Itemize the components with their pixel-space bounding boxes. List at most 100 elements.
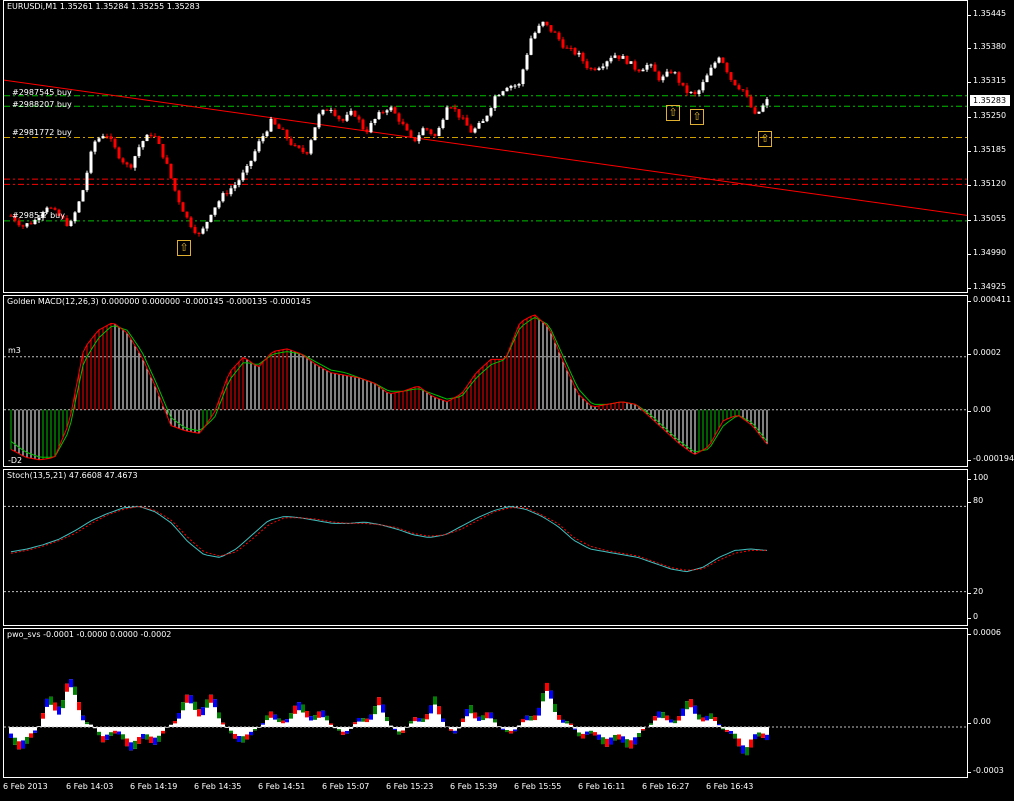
- pwo-pane[interactable]: pwo_svs -0.0001 -0.0000 0.0000 -0.0002: [3, 628, 968, 778]
- pwo-bar-cap: [753, 734, 757, 740]
- pwo-bar-cap: [477, 716, 481, 721]
- candle-body: [117, 147, 121, 159]
- macd-level-m3: m3: [8, 346, 21, 355]
- pwo-bar-cap: [761, 733, 765, 738]
- x-tick-label: 6 Feb 15:07: [322, 782, 370, 791]
- candle-body: [289, 138, 293, 145]
- pwo-bar-cap: [525, 715, 529, 721]
- pwo-bar-cap: [697, 714, 701, 720]
- candle-body: [457, 109, 461, 118]
- y-tick-label: -0.0003: [968, 766, 1004, 775]
- pwo-bar-cap: [441, 718, 445, 722]
- pwo-bar-cap: [205, 699, 209, 708]
- pwo-bar-cap: [173, 721, 177, 724]
- candle-body: [425, 128, 429, 130]
- pwo-bar-cap: [573, 728, 577, 730]
- candle-body: [145, 134, 149, 142]
- pwo-canvas: [4, 679, 967, 756]
- candle-body: [521, 69, 525, 85]
- candle-body: [589, 68, 593, 70]
- x-tick-label: 6 Feb 16:43: [706, 782, 754, 791]
- candle-body: [369, 122, 373, 133]
- candle-body: [221, 193, 225, 202]
- candle-body: [641, 69, 645, 72]
- pwo-bar-cap: [669, 719, 673, 723]
- pwo-bar-cap: [273, 714, 277, 720]
- candle-body: [749, 96, 753, 108]
- current-price-marker: 1.35283: [970, 95, 1010, 106]
- price-pane-title: EURUSDi,M1 1.35261 1.35284 1.35255 1.352…: [7, 2, 200, 11]
- candle-body: [513, 85, 517, 87]
- buy-arrow-icon[interactable]: ⇧: [666, 105, 680, 121]
- pwo-bar-cap: [45, 698, 49, 707]
- buy-arrow-icon[interactable]: ⇧: [177, 240, 191, 256]
- candle-body: [605, 61, 609, 67]
- price-chart-canvas: [4, 21, 967, 237]
- pwo-bar-cap: [105, 734, 109, 740]
- x-tick-label: 6 Feb 15:55: [514, 782, 562, 791]
- candle-body: [309, 140, 313, 154]
- candle-body: [25, 223, 29, 227]
- candle-body: [317, 114, 321, 128]
- candle-body: [273, 118, 277, 125]
- candle-body: [229, 188, 233, 195]
- pwo-bar-cap: [501, 728, 505, 730]
- candle-body: [649, 64, 653, 66]
- price-chart-pane[interactable]: EURUSDi,M1 1.35261 1.35284 1.35255 1.352…: [3, 0, 968, 293]
- candle-body: [125, 162, 129, 165]
- candle-body: [437, 127, 441, 136]
- pwo-bar-cap: [469, 705, 473, 714]
- buy-arrow-icon[interactable]: ⇧: [690, 109, 704, 125]
- pwo-bar-cap: [629, 740, 633, 749]
- pwo-bar-cap: [765, 734, 769, 741]
- pwo-bar-cap: [741, 745, 745, 754]
- pwo-bar-cap: [369, 714, 373, 720]
- pwo-bar-cap: [413, 717, 417, 722]
- candle-body: [497, 95, 501, 97]
- candle-body: [365, 129, 369, 133]
- y-tick-label: 0: [967, 612, 979, 621]
- candle-body: [433, 134, 437, 136]
- y-tick-label: 0.00: [968, 717, 991, 726]
- candle-body: [185, 211, 189, 218]
- candle-body: [85, 172, 89, 191]
- pwo-bar-cap: [249, 731, 253, 736]
- pwo-bar-cap: [685, 701, 689, 710]
- candle-body: [501, 91, 505, 96]
- buy-arrow-icon[interactable]: ⇧: [758, 131, 772, 147]
- candle-body: [709, 67, 713, 76]
- pwo-bar-cap: [533, 715, 537, 721]
- candle-body: [281, 128, 285, 130]
- pwo-bar-cap: [337, 729, 341, 731]
- candle-body: [569, 47, 573, 49]
- stoch-y-axis: 100 80 20 0: [967, 469, 1014, 626]
- candle-body: [381, 112, 385, 114]
- candle-body: [373, 118, 377, 123]
- candle-body: [421, 128, 425, 136]
- pwo-bar-cap: [113, 730, 117, 734]
- candle-body: [377, 112, 381, 119]
- pwo-bar-cap: [153, 737, 157, 745]
- pwo-bar-cap: [589, 730, 593, 734]
- pwo-bar-cap: [341, 731, 345, 735]
- pwo-bar-cap: [365, 718, 369, 723]
- pwo-bar-cap: [209, 694, 213, 703]
- macd-canvas: [4, 314, 967, 461]
- candle-body: [529, 38, 533, 55]
- pwo-bar-cap: [681, 708, 685, 716]
- stochastic-pane[interactable]: Stoch(13,5,21) 47.6608 47.4673: [3, 469, 968, 626]
- pwo-bar-cap: [397, 731, 401, 735]
- pwo-bar-cap: [117, 731, 121, 735]
- macd-pane[interactable]: Golden MACD(12,26,3) 0.000000 0.000000 -…: [3, 295, 968, 467]
- pwo-bar-cap: [293, 705, 297, 714]
- candle-body: [197, 232, 201, 234]
- y-tick-label: 0.0006: [968, 628, 1001, 637]
- candle-body: [69, 221, 73, 226]
- candle-body: [65, 218, 69, 226]
- pwo-bar-cap: [649, 723, 653, 725]
- pwo-bar-cap: [285, 719, 289, 723]
- candle-body: [477, 123, 481, 129]
- candle-body: [525, 54, 529, 70]
- candle-body: [673, 72, 677, 74]
- pwo-bar-cap: [581, 733, 585, 739]
